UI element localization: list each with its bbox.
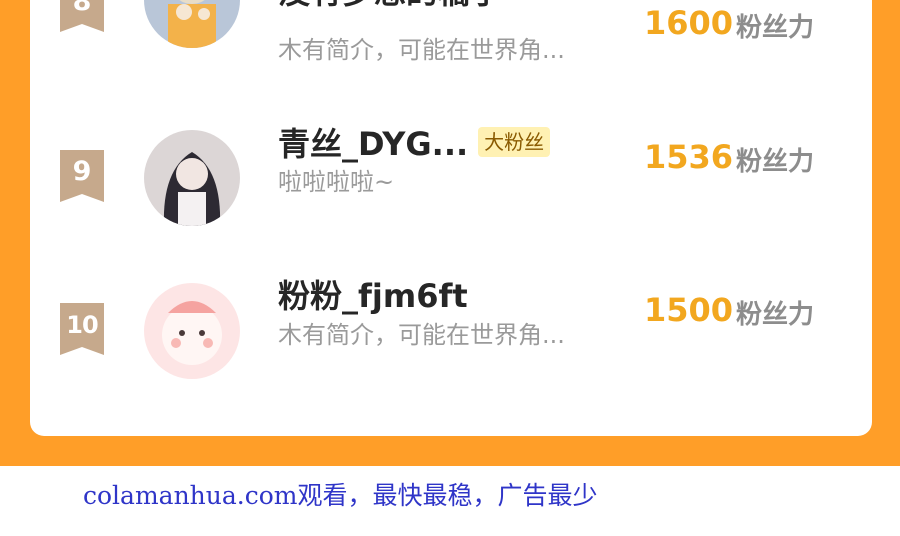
- fan-power-score: 1600: [644, 4, 734, 42]
- fan-power-label: 粉丝力: [736, 300, 815, 330]
- ranking-row-9[interactable]: 9 青丝_DYG... 大粉丝 啦啦啦啦~ 1536 粉丝力: [30, 125, 872, 270]
- rank-number: 9: [72, 156, 92, 187]
- user-name[interactable]: 粉粉_fjm6ft: [278, 271, 468, 317]
- avatar[interactable]: [144, 0, 240, 48]
- rank-number: 8: [72, 0, 92, 17]
- avatar[interactable]: [144, 283, 240, 379]
- rank-badge: 10: [60, 303, 104, 355]
- fan-power-label: 粉丝力: [736, 147, 815, 177]
- fan-power-score: 1536: [644, 138, 734, 176]
- user-bio: 啦啦啦啦~: [278, 168, 395, 196]
- user-name[interactable]: 没有梦想的橘子: [278, 0, 502, 13]
- ranking-row-10[interactable]: 10 粉粉_fjm6ft 木有简介，可能在世界角... 1500 粉丝力: [30, 277, 872, 423]
- user-name[interactable]: 青丝_DYG...: [278, 119, 468, 165]
- rank-badge: 8: [60, 0, 104, 32]
- fan-power-score: 1500: [644, 291, 734, 329]
- big-fan-badge: 大粉丝: [478, 127, 551, 157]
- rank-badge: 9: [60, 150, 104, 202]
- user-bio: 木有简介，可能在世界角...: [278, 36, 565, 64]
- watermark-footer-text: colamanhua.com观看，最快最稳，广告最少: [83, 481, 598, 510]
- rank-number: 10: [66, 311, 98, 339]
- name-line: 没有梦想的橘子: [278, 0, 502, 12]
- avatar[interactable]: [144, 130, 240, 226]
- ranking-row-8[interactable]: 8 没有梦想的橘子 木有简介，可能在世界角... 1600 粉丝力: [30, 0, 872, 100]
- ranking-card: 8 没有梦想的橘子 木有简介，可能在世界角... 1600 粉丝力 9: [30, 0, 872, 436]
- name-line: 青丝_DYG... 大粉丝: [278, 119, 551, 165]
- name-line: 粉粉_fjm6ft: [278, 272, 468, 316]
- user-bio: 木有简介，可能在世界角...: [278, 321, 565, 349]
- fan-power-label: 粉丝力: [736, 13, 815, 43]
